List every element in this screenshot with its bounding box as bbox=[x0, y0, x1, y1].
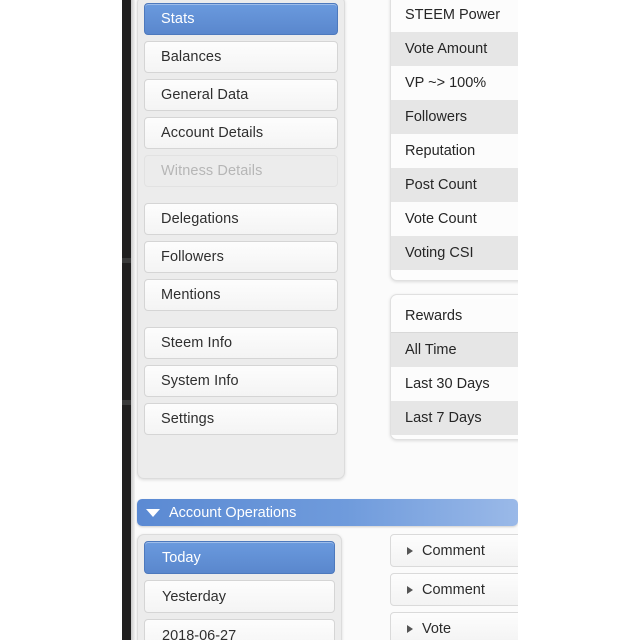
day-item-label: Yesterday bbox=[162, 588, 226, 605]
sidebar-item-label: Steem Info bbox=[161, 335, 233, 351]
day-item-today[interactable]: Today bbox=[144, 541, 335, 574]
day-item-date[interactable]: 2018-06-27 bbox=[144, 619, 335, 640]
sidebar-item-label: Witness Details bbox=[161, 163, 263, 179]
sidebar-item-label: General Data bbox=[161, 87, 249, 103]
sidebar-group-divider bbox=[144, 317, 338, 327]
day-item-label: Today bbox=[162, 549, 201, 566]
sidebar-item-balances[interactable]: Balances bbox=[144, 41, 338, 73]
stat-label: Post Count bbox=[405, 177, 477, 193]
sidebar-panel: Stats Balances General Data Account Deta… bbox=[137, 0, 345, 479]
app-screenshot: Stats Balances General Data Account Deta… bbox=[0, 0, 640, 640]
stat-label: Vote Amount bbox=[405, 41, 488, 57]
bezel-seam-upper bbox=[122, 258, 131, 263]
sidebar-item-label: Mentions bbox=[161, 287, 221, 303]
stat-label: Voting CSI bbox=[405, 245, 474, 261]
sidebar-item-label: Followers bbox=[161, 249, 224, 265]
caret-right-icon bbox=[407, 624, 413, 633]
window-edge-highlight bbox=[131, 0, 135, 640]
sidebar-item-settings[interactable]: Settings bbox=[144, 403, 338, 435]
rewards-header-label: Rewards bbox=[405, 307, 463, 324]
sidebar-item-label: Balances bbox=[161, 49, 222, 65]
caret-right-icon bbox=[407, 546, 413, 555]
sidebar-item-general-data[interactable]: General Data bbox=[144, 79, 338, 111]
list-item[interactable]: Vote bbox=[390, 612, 518, 640]
sidebar-item-label: Stats bbox=[161, 11, 195, 27]
sidebar-item-delegations[interactable]: Delegations bbox=[144, 203, 338, 235]
stat-label: Followers bbox=[405, 109, 468, 125]
sidebar-item-witness-details: Witness Details bbox=[144, 155, 338, 187]
stat-label: Reputation bbox=[405, 143, 476, 159]
sidebar-item-label: Settings bbox=[161, 411, 215, 427]
caret-down-icon bbox=[146, 508, 160, 517]
stat-label: Vote Count bbox=[405, 211, 477, 227]
day-item-yesterday[interactable]: Yesterday bbox=[144, 580, 335, 613]
sidebar-item-followers[interactable]: Followers bbox=[144, 241, 338, 273]
account-operations-title: Account Operations bbox=[169, 504, 297, 521]
list-item[interactable]: Comment bbox=[390, 534, 518, 567]
window-bezel-strip bbox=[122, 0, 131, 640]
stat-label: VP ~> 100% bbox=[405, 75, 487, 91]
operation-label: Comment bbox=[422, 581, 485, 598]
caret-right-icon bbox=[407, 585, 413, 594]
operations-day-panel: Today Yesterday 2018-06-27 bbox=[137, 534, 342, 640]
list-item[interactable]: Comment bbox=[390, 573, 518, 606]
day-item-label: 2018-06-27 bbox=[162, 627, 237, 640]
rewards-period-label: Last 30 Days bbox=[405, 376, 490, 392]
operation-label: Comment bbox=[422, 542, 485, 559]
bezel-seam-lower bbox=[122, 400, 131, 405]
sidebar-item-mentions[interactable]: Mentions bbox=[144, 279, 338, 311]
rewards-period-label: Last 7 Days bbox=[405, 410, 482, 426]
account-operations-header[interactable]: Account Operations bbox=[137, 499, 518, 526]
sidebar-item-system-info[interactable]: System Info bbox=[144, 365, 338, 397]
viewport-crop-overlay bbox=[518, 0, 640, 640]
sidebar-item-steem-info[interactable]: Steem Info bbox=[144, 327, 338, 359]
sidebar-item-account-details[interactable]: Account Details bbox=[144, 117, 338, 149]
operation-label: Vote bbox=[422, 620, 452, 637]
rewards-period-label: All Time bbox=[405, 342, 457, 358]
operations-list: Comment Comment Vote bbox=[385, 534, 518, 640]
stat-label: STEEM Power bbox=[405, 7, 501, 23]
sidebar-item-label: Account Details bbox=[161, 125, 264, 141]
sidebar-item-label: System Info bbox=[161, 373, 239, 389]
sidebar-group-divider bbox=[144, 193, 338, 203]
sidebar-item-stats[interactable]: Stats bbox=[144, 3, 338, 35]
sidebar-item-label: Delegations bbox=[161, 211, 239, 227]
